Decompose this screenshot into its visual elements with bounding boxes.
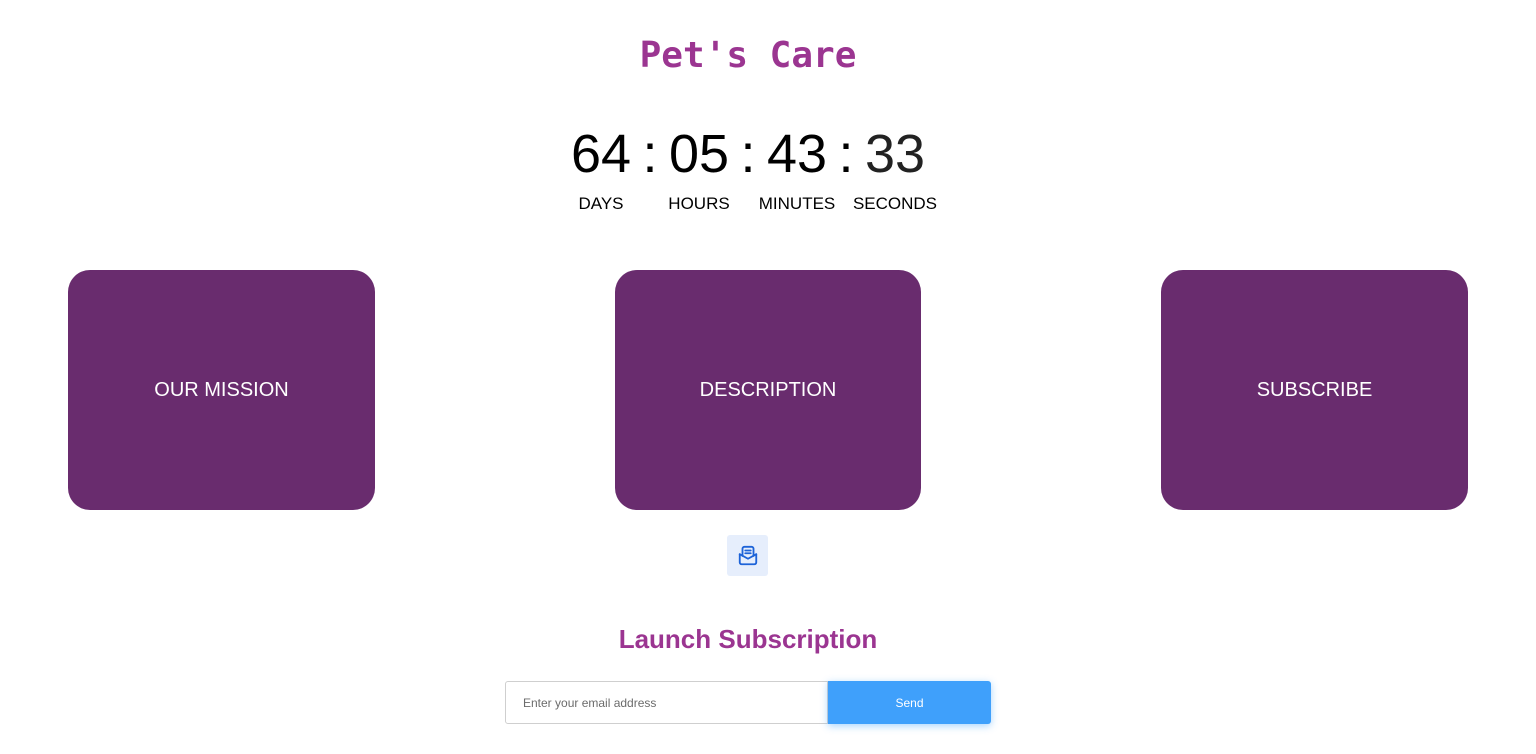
mail-open-icon[interactable] [727, 535, 768, 576]
seconds-label: SECONDS [852, 194, 938, 213]
card-label: DESCRIPTION [699, 378, 837, 401]
hours-label: HOURS [668, 194, 730, 213]
countdown-minutes: 43 MINUTES [748, 122, 846, 214]
our-mission-card[interactable]: OUR MISSION [68, 270, 375, 510]
subscription-title: Launch Subscription [618, 624, 878, 654]
days-label: DAYS [578, 194, 624, 213]
countdown-timer: 64 DAYS : 05 HOURS : 43 MINUTES : 33 SEC… [0, 122, 1496, 214]
minutes-label: MINUTES [758, 194, 836, 213]
days-value: 64 [570, 124, 632, 184]
card-label: OUR MISSION [154, 378, 289, 401]
hours-value: 05 [668, 124, 730, 184]
page: Pet's Care 64 DAYS : 05 HOURS : 43 MINUT… [0, 0, 1536, 754]
email-field[interactable] [505, 681, 828, 724]
description-card[interactable]: DESCRIPTION [615, 270, 921, 510]
countdown-days: 64 DAYS [552, 122, 650, 214]
countdown-hours: 05 HOURS [650, 122, 748, 214]
send-button[interactable]: Send [828, 681, 991, 724]
site-title: Pet's Care [639, 35, 857, 76]
subscribe-card[interactable]: SUBSCRIBE [1161, 270, 1468, 510]
countdown-seconds: 33 SECONDS [846, 122, 944, 214]
card-label: SUBSCRIBE [1256, 378, 1373, 401]
minutes-value: 43 [766, 124, 828, 184]
seconds-value: 33 [864, 124, 926, 184]
